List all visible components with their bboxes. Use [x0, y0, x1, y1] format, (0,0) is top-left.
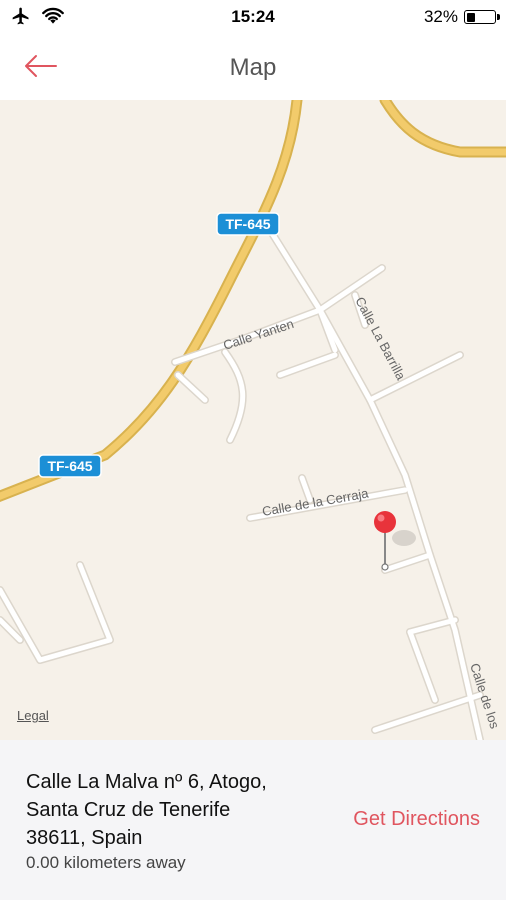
- battery-percent: 32%: [423, 7, 458, 26]
- road-shield-label: TF-645: [47, 458, 92, 474]
- legal-link[interactable]: Legal: [17, 708, 49, 723]
- battery-icon: [464, 10, 500, 24]
- road-shield-bottom: TF-645: [38, 454, 102, 478]
- address-line-1: Calle La Malva nº 6, Atogo,: [26, 771, 267, 793]
- map-canvas: TF-645 TF-645 Calle Yanten Calle La Barr…: [0, 100, 506, 740]
- status-right: 32%: [423, 7, 500, 27]
- street-label-calle-yanten: Calle Yanten: [221, 316, 295, 353]
- page-title: Map: [229, 54, 277, 81]
- highway-tf-645: [0, 100, 303, 502]
- road-shield-label: TF-645: [225, 216, 270, 232]
- get-directions-button[interactable]: Get Directions: [353, 808, 480, 831]
- street-label-calle-de-la-cerraja: Calle de la Cerraja: [261, 485, 370, 519]
- address-line-3: 38611, Spain: [26, 827, 143, 849]
- battery-fill: [466, 12, 475, 22]
- address: Calle La Malva nº 6, Atogo, Santa Cruz d…: [26, 768, 326, 852]
- address-line-2: Santa Cruz de Tenerife: [26, 799, 231, 821]
- road-shield-top: TF-645: [216, 212, 280, 236]
- map-view[interactable]: TF-645 TF-645 Calle Yanten Calle La Barr…: [0, 100, 506, 740]
- nav-bar: Map: [0, 34, 506, 100]
- distance-label: 0.00 kilometers away: [26, 853, 186, 872]
- street-label-calle-la-barrilla: Calle La Barrilla: [352, 294, 409, 383]
- streets: [0, 218, 484, 740]
- highway-top-right: [379, 100, 506, 158]
- status-bar: 15:24 32%: [0, 0, 506, 34]
- location-info-panel: Calle La Malva nº 6, Atogo, Santa Cruz d…: [0, 740, 506, 900]
